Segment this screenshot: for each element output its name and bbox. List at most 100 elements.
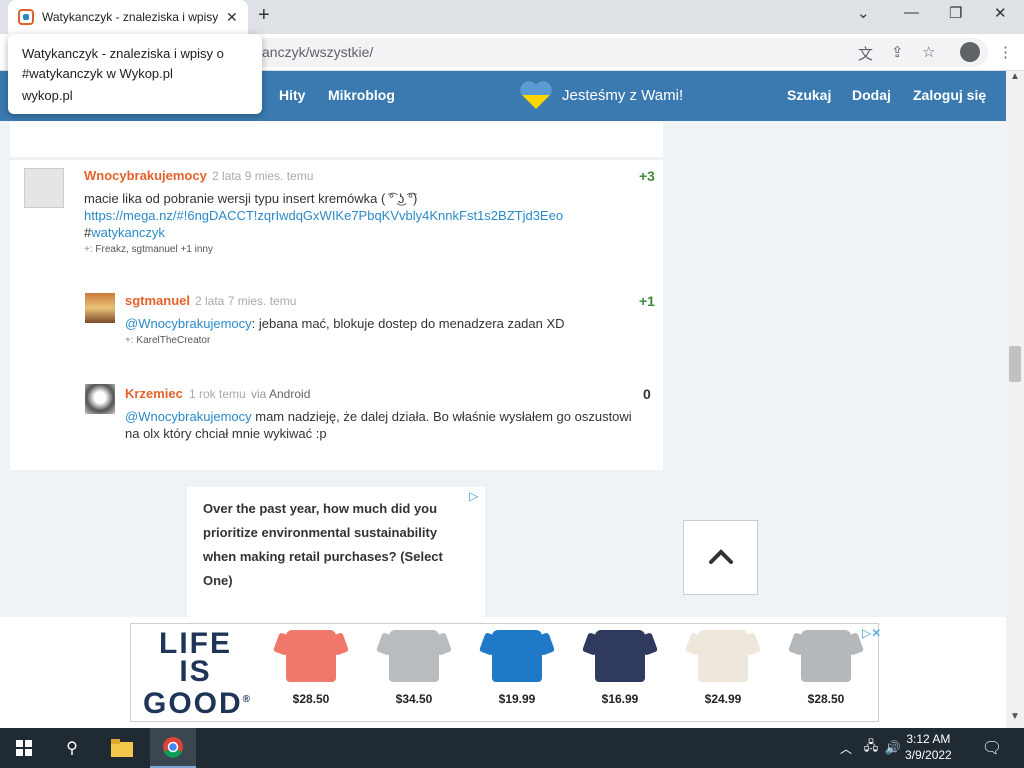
- comment-date: 1 rok temu: [189, 387, 246, 401]
- voters-prefix: +:: [84, 244, 93, 255]
- voters-list: +: Freakz, sgtmanuel +1 inny: [84, 244, 213, 255]
- solidarity-banner[interactable]: Jesteśmy z Wami!: [562, 87, 683, 104]
- comment-line-2: na olx który chciał mnie wykiwać :p: [125, 426, 327, 441]
- hover-card-domain: wykop.pl: [22, 88, 73, 103]
- network-icon[interactable]: 🖧: [862, 728, 880, 768]
- restore-icon[interactable]: ❐: [949, 4, 962, 22]
- tab-search-chevron-icon[interactable]: ⌄: [857, 4, 870, 22]
- nav-szukaj[interactable]: Szukaj: [787, 87, 831, 103]
- product-item[interactable]: $24.99: [688, 630, 758, 706]
- previous-entry-card: [10, 121, 663, 157]
- logo-word: GOOD: [143, 687, 243, 720]
- profile-avatar-icon[interactable]: [960, 42, 980, 62]
- volume-icon[interactable]: 🔊: [884, 728, 902, 768]
- logo-line-1: LIFE: [159, 627, 232, 660]
- via-app[interactable]: Android: [269, 387, 310, 401]
- product-item[interactable]: $16.99: [585, 630, 655, 706]
- nav-mikroblog[interactable]: Mikroblog: [328, 87, 395, 103]
- longsleeve-icon: [698, 630, 748, 682]
- mention-link[interactable]: @Wnocybrakujemocy: [125, 409, 252, 424]
- mention-link[interactable]: @Wnocybrakujemocy: [125, 316, 252, 331]
- avatar[interactable]: [85, 384, 115, 414]
- system-clock[interactable]: 3:12 AM 3/9/2022: [905, 731, 952, 763]
- product-price: $28.50: [807, 692, 845, 706]
- tray-chevron-icon[interactable]: ︿: [838, 728, 854, 768]
- voters-names[interactable]: Freakz, sgtmanuel +1 inny: [95, 244, 213, 255]
- tab-close-icon[interactable]: ✕: [226, 9, 238, 26]
- survey-question: Over the past year, how much did you pri…: [203, 501, 443, 588]
- vote-score[interactable]: +1: [639, 293, 655, 309]
- windows-taskbar: ⚲ ︿ 🖧 🔊 3:12 AM 3/9/2022 🗨: [0, 728, 1024, 768]
- translate-icon[interactable]: 文: [858, 43, 873, 64]
- menu-kebab-icon[interactable]: ⋮: [998, 43, 1013, 61]
- ad-close-icon[interactable]: ▷✕: [862, 626, 881, 640]
- back-to-top-button[interactable]: [683, 520, 758, 595]
- adchoices-icon[interactable]: ▷: [469, 489, 478, 503]
- logo-line-3: GOOD®: [143, 686, 250, 720]
- logo-line-2: IS: [179, 655, 212, 688]
- bookmark-star-icon[interactable]: ☆: [922, 43, 935, 61]
- scroll-thumb[interactable]: [1009, 346, 1021, 382]
- tab-title: Watykanczyk - znaleziska i wpisy: [42, 10, 218, 24]
- chevron-up-icon: [709, 549, 733, 564]
- brand-logo[interactable]: LIFE IS GOOD®: [143, 627, 250, 720]
- tshirt-icon: [492, 630, 542, 682]
- window-close-icon[interactable]: ✕: [994, 4, 1007, 22]
- comment-author[interactable]: Wnocybrakujemocy: [84, 168, 207, 183]
- avatar[interactable]: [24, 168, 64, 208]
- comment-text: : jebana mać, blokuje dostep do menadzer…: [251, 316, 565, 331]
- product-item[interactable]: $19.99: [482, 630, 552, 706]
- vote-score[interactable]: 0: [643, 386, 651, 402]
- comment-line-1: @Wnocybrakujemocy mam nadzieję, że dalej…: [125, 408, 650, 425]
- vote-score[interactable]: +3: [639, 168, 655, 184]
- longsleeve-icon: [389, 630, 439, 682]
- comment-body: @Wnocybrakujemocy mam nadzieję, że dalej…: [125, 408, 650, 442]
- avatar[interactable]: [85, 293, 115, 323]
- comment-date: 2 lata 7 mies. temu: [195, 294, 297, 308]
- windows-start-icon[interactable]: [8, 728, 40, 768]
- tab-strip: Watykanczyk - znaleziska i wpisy ✕ + ⌄ —…: [0, 0, 1024, 34]
- voters-list: +: KarelTheCreator: [125, 335, 210, 346]
- comment-date: 2 lata 9 mies. temu: [212, 169, 314, 183]
- product-price: $34.50: [395, 692, 433, 706]
- new-tab-icon[interactable]: +: [258, 4, 270, 27]
- product-item[interactable]: $28.50: [791, 630, 861, 706]
- browser-tab[interactable]: Watykanczyk - znaleziska i wpisy ✕: [8, 0, 248, 34]
- product-item[interactable]: $28.50: [276, 630, 346, 706]
- survey-ad[interactable]: ▷ Over the past year, how much did you p…: [187, 487, 485, 617]
- file-explorer-icon[interactable]: [104, 728, 140, 768]
- voters-names[interactable]: KarelTheCreator: [136, 335, 210, 346]
- url-text[interactable]: anczyk/wszystkie/: [262, 44, 373, 60]
- product-item[interactable]: $34.50: [379, 630, 449, 706]
- share-icon[interactable]: ⇪: [891, 43, 904, 61]
- nav-dodaj[interactable]: Dodaj: [852, 87, 891, 103]
- page-scrollbar[interactable]: ▲ ▼: [1006, 71, 1024, 728]
- scroll-up-icon[interactable]: ▲: [1010, 71, 1020, 82]
- hover-card-title: Watykanczyk - znaleziska i wpisy o #waty…: [22, 46, 224, 81]
- clock-date: 3/9/2022: [905, 748, 952, 762]
- notifications-icon[interactable]: 🗨: [980, 728, 1004, 768]
- wykop-favicon-icon: [18, 9, 34, 25]
- chrome-taskbar-icon[interactable]: [150, 728, 196, 768]
- comment-text: mam nadzieję, że dalej działa. Bo właśni…: [251, 409, 632, 424]
- nav-hity[interactable]: Hity: [279, 87, 305, 103]
- registered-mark: ®: [242, 694, 253, 705]
- product-price: $16.99: [601, 692, 639, 706]
- product-price: $28.50: [292, 692, 330, 706]
- voters-prefix: +:: [125, 335, 134, 346]
- comment-text: macie lika od pobranie wersji typu inser…: [84, 191, 418, 206]
- minimize-icon[interactable]: —: [904, 4, 919, 21]
- comment-author[interactable]: sgtmanuel: [125, 293, 190, 308]
- life-is-good-ad[interactable]: LIFE IS GOOD® $28.50 $34.50 $19.99 $16.9…: [130, 623, 879, 722]
- nav-zaloguj[interactable]: Zaloguj się: [913, 87, 986, 103]
- search-icon[interactable]: ⚲: [56, 728, 88, 768]
- comment-author[interactable]: Krzemiec: [125, 386, 183, 401]
- scroll-down-icon[interactable]: ▼: [1010, 711, 1020, 722]
- tshirt-icon: [286, 630, 336, 682]
- comment-tag: #watykanczyk: [84, 224, 644, 241]
- tshirt-icon: [801, 630, 851, 682]
- comment-body: @Wnocybrakujemocy: jebana mać, blokuje d…: [125, 315, 645, 332]
- tag-link[interactable]: watykanczyk: [91, 225, 165, 240]
- comment-link[interactable]: https://mega.nz/#!6ngDACCT!zqrIwdqGxWIKe…: [84, 207, 644, 224]
- ukraine-heart-icon: [520, 81, 552, 109]
